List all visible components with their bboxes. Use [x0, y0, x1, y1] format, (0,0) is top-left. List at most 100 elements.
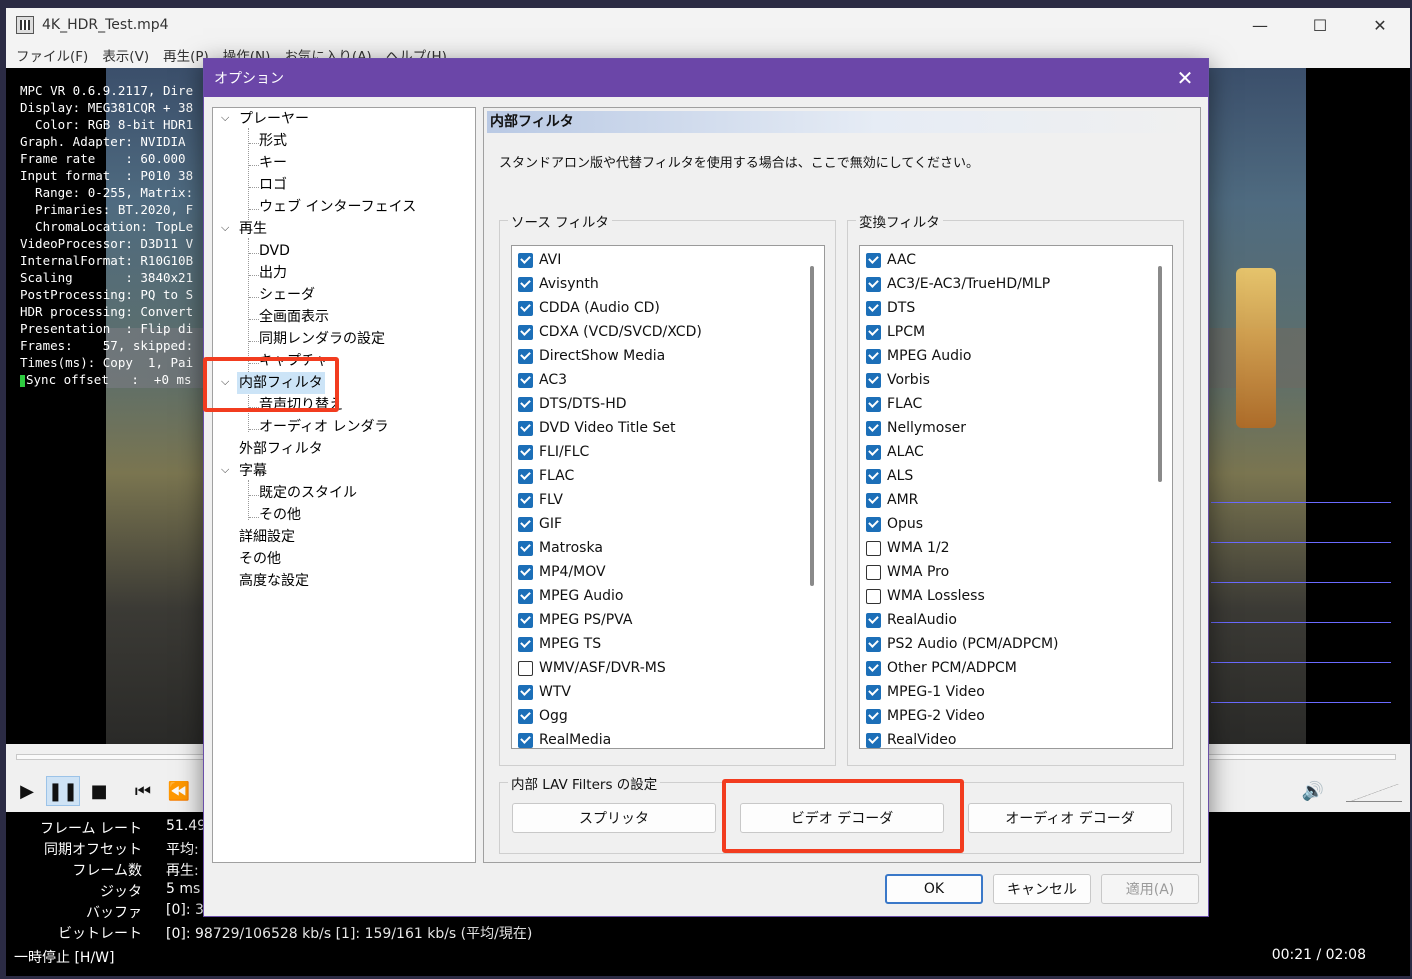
filter-checkbox-item[interactable]: FLV: [518, 488, 563, 512]
checkbox[interactable]: [518, 276, 533, 292]
filter-checkbox-item[interactable]: RealAudio: [866, 608, 957, 632]
volume-icon[interactable]: 🔊: [1296, 776, 1330, 806]
volume-slider[interactable]: [1346, 784, 1402, 802]
checkbox[interactable]: [866, 420, 881, 436]
filter-checkbox-item[interactable]: GIF: [518, 512, 562, 536]
filter-checkbox-item[interactable]: ALS: [866, 464, 913, 488]
checkbox[interactable]: [518, 252, 533, 268]
transform-filters-list[interactable]: AAC AC3/E-AC3/TrueHD/MLP DTS LPCM MPEG Audio…: [859, 245, 1173, 749]
checkbox[interactable]: [518, 372, 533, 388]
tree-item-shaders[interactable]: シェーダ: [259, 284, 315, 306]
filter-checkbox-item[interactable]: DVD Video Title Set: [518, 416, 675, 440]
checkbox[interactable]: [866, 516, 881, 532]
tree-item-web-interface[interactable]: ウェブ インターフェイス: [259, 196, 416, 218]
checkbox[interactable]: [866, 444, 881, 460]
filter-checkbox-item[interactable]: Matroska: [518, 536, 603, 560]
filter-checkbox-item[interactable]: MPEG-2 Video: [866, 704, 985, 728]
checkbox[interactable]: [518, 396, 533, 412]
play-icon[interactable]: ▶: [10, 776, 44, 806]
filter-checkbox-item[interactable]: DTS: [866, 296, 915, 320]
filter-checkbox-item[interactable]: AMR: [866, 488, 918, 512]
filter-checkbox-item[interactable]: Ogg: [518, 704, 568, 728]
tree-item-fullscreen[interactable]: 全画面表示: [259, 306, 329, 328]
filter-checkbox-item[interactable]: WTV: [518, 680, 571, 704]
filter-checkbox-item[interactable]: Vorbis: [866, 368, 930, 392]
checkbox[interactable]: [866, 324, 881, 340]
checkbox[interactable]: [518, 708, 533, 724]
checkbox[interactable]: [866, 684, 881, 700]
tree-item-formats[interactable]: 形式: [259, 130, 287, 152]
filter-checkbox-item[interactable]: DTS/DTS-HD: [518, 392, 627, 416]
checkbox[interactable]: [518, 492, 533, 508]
scrollbar[interactable]: [810, 266, 814, 586]
checkbox[interactable]: [866, 708, 881, 724]
tree-item-subtitles[interactable]: 字幕: [239, 460, 267, 482]
checkbox[interactable]: [866, 660, 881, 676]
checkbox[interactable]: [518, 588, 533, 604]
checkbox[interactable]: [866, 636, 881, 652]
pause-icon[interactable]: ❚❚: [46, 776, 80, 806]
checkbox[interactable]: [866, 612, 881, 628]
tree-item-external-filters[interactable]: 外部フィルタ: [239, 438, 323, 460]
filter-checkbox-item[interactable]: LPCM: [866, 320, 925, 344]
ok-button[interactable]: OK: [885, 874, 983, 904]
filter-checkbox-item[interactable]: AC3/E-AC3/TrueHD/MLP: [866, 272, 1050, 296]
cancel-button[interactable]: キャンセル: [993, 874, 1091, 904]
expand-chevron-icon[interactable]: ⌵: [221, 108, 233, 130]
maximize-icon[interactable]: ☐: [1290, 8, 1350, 42]
checkbox[interactable]: [866, 276, 881, 292]
tree-item-advanced-settings[interactable]: 詳細設定: [239, 526, 295, 548]
checkbox[interactable]: [518, 444, 533, 460]
filter-checkbox-item[interactable]: RealVideo: [866, 728, 956, 748]
tree-item-expert[interactable]: 高度な設定: [239, 570, 309, 592]
audio-decoder-button[interactable]: オーディオ デコーダ: [968, 803, 1172, 833]
checkbox[interactable]: [518, 348, 533, 364]
checkbox[interactable]: [518, 516, 533, 532]
filter-checkbox-item[interactable]: AVI: [518, 248, 561, 272]
filter-checkbox-item[interactable]: CDXA (VCD/SVCD/XCD): [518, 320, 702, 344]
tree-item-subtitle-misc[interactable]: その他: [259, 504, 301, 526]
filter-checkbox-item[interactable]: AAC: [866, 248, 916, 272]
tree-item-dvd[interactable]: DVD: [259, 240, 290, 262]
checkbox[interactable]: [866, 396, 881, 412]
checkbox[interactable]: [518, 420, 533, 436]
source-filters-list[interactable]: AVI Avisynth CDDA (Audio CD) CDXA (VCD/SVCD…: [511, 245, 825, 749]
tree-item-default-style[interactable]: 既定のスタイル: [259, 482, 357, 504]
checkbox[interactable]: [866, 492, 881, 508]
filter-checkbox-item[interactable]: Opus: [866, 512, 923, 536]
checkbox[interactable]: [866, 372, 881, 388]
filter-checkbox-item[interactable]: WMV/ASF/DVR-MS: [518, 656, 666, 680]
checkbox[interactable]: [518, 564, 533, 580]
checkbox[interactable]: [518, 684, 533, 700]
filter-checkbox-item[interactable]: RealMedia: [518, 728, 611, 748]
checkbox[interactable]: [518, 732, 533, 748]
tree-item-sync-renderer[interactable]: 同期レンダラの設定: [259, 328, 385, 350]
checkbox[interactable]: [866, 732, 881, 748]
filter-checkbox-item[interactable]: FLAC: [518, 464, 574, 488]
tree-item-keys[interactable]: キー: [259, 152, 287, 174]
checkbox[interactable]: [518, 612, 533, 628]
filter-checkbox-item[interactable]: FLAC: [866, 392, 922, 416]
menu-file[interactable]: ファイル(F): [16, 45, 88, 65]
splitter-button[interactable]: スプリッタ: [512, 803, 716, 833]
filter-checkbox-item[interactable]: MPEG PS/PVA: [518, 608, 632, 632]
tree-item-misc[interactable]: その他: [239, 548, 281, 570]
filter-checkbox-item[interactable]: Other PCM/ADPCM: [866, 656, 1017, 680]
checkbox[interactable]: [866, 564, 881, 580]
checkbox[interactable]: [866, 252, 881, 268]
filter-checkbox-item[interactable]: ALAC: [866, 440, 924, 464]
checkbox[interactable]: [518, 468, 533, 484]
checkbox[interactable]: [866, 540, 881, 556]
filter-checkbox-item[interactable]: MPEG-1 Video: [866, 680, 985, 704]
tree-item-player[interactable]: プレーヤー: [239, 108, 309, 130]
checkbox[interactable]: [518, 300, 533, 316]
expand-chevron-icon[interactable]: ⌵: [221, 460, 233, 482]
checkbox[interactable]: [866, 300, 881, 316]
checkbox[interactable]: [866, 348, 881, 364]
stop-icon[interactable]: ■: [82, 776, 116, 806]
tree-item-audio-renderer[interactable]: オーディオ レンダラ: [259, 416, 388, 438]
filter-checkbox-item[interactable]: MP4/MOV: [518, 560, 606, 584]
filter-checkbox-item[interactable]: MPEG Audio: [518, 584, 623, 608]
checkbox[interactable]: [518, 636, 533, 652]
tree-item-logo[interactable]: ロゴ: [259, 174, 287, 196]
